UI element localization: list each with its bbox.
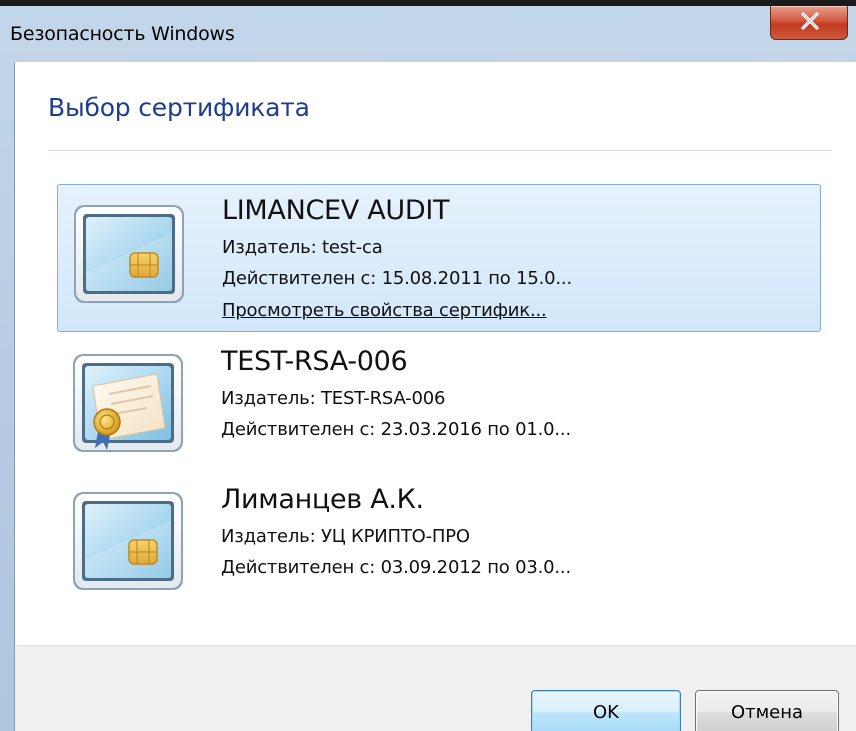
- certificate-validity: Действителен с: 15.08.2011 по 15.0...: [222, 268, 572, 289]
- certificate-name: LIMANCEV AUDIT: [222, 195, 450, 226]
- certificate-validity: Действителен с: 23.03.2016 по 01.0...: [221, 419, 571, 440]
- certificate-issuer: Издатель: test-ca: [222, 237, 383, 258]
- close-button[interactable]: [770, 6, 848, 40]
- window-title: Безопасность Windows: [10, 23, 235, 45]
- heading-separator: [48, 150, 832, 151]
- title-bar[interactable]: Безопасность Windows: [0, 6, 856, 62]
- dialog-footer: OK Отмена: [15, 645, 856, 731]
- dialog-heading: Выбор сертификата: [48, 93, 310, 122]
- view-certificate-properties-link[interactable]: Просмотреть свойства сертифик...: [222, 300, 547, 321]
- certificate-name: Лиманцев А.К.: [221, 484, 424, 515]
- certificate-issuer: Издатель: УЦ КРИПТО-ПРО: [221, 526, 470, 547]
- cancel-button[interactable]: Отмена: [695, 690, 839, 731]
- smartcard-icon: [73, 492, 183, 590]
- certificate-item-test-rsa-006[interactable]: TEST-RSA-006 Издатель: TEST-RSA-006 Дейс…: [57, 346, 821, 466]
- certificate-seal-icon: [73, 354, 183, 452]
- certificate-item-limantsev[interactable]: Лиманцев А.К. Издатель: УЦ КРИПТО-ПРО Де…: [57, 484, 821, 604]
- ok-button[interactable]: OK: [531, 690, 681, 731]
- dialog-content: Выбор сертификата LIMANCEV AUDIT Издател…: [14, 62, 856, 731]
- certificate-validity: Действителен с: 03.09.2012 по 03.0...: [221, 557, 571, 578]
- close-icon: [801, 12, 819, 30]
- smartcard-icon: [74, 205, 184, 303]
- certificate-item-limancev-audit[interactable]: LIMANCEV AUDIT Издатель: test-ca Действи…: [57, 184, 821, 332]
- security-dialog-window: Безопасность Windows Выбор сертификата L…: [0, 0, 856, 731]
- certificate-name: TEST-RSA-006: [221, 346, 408, 377]
- certificate-issuer: Издатель: TEST-RSA-006: [221, 388, 446, 409]
